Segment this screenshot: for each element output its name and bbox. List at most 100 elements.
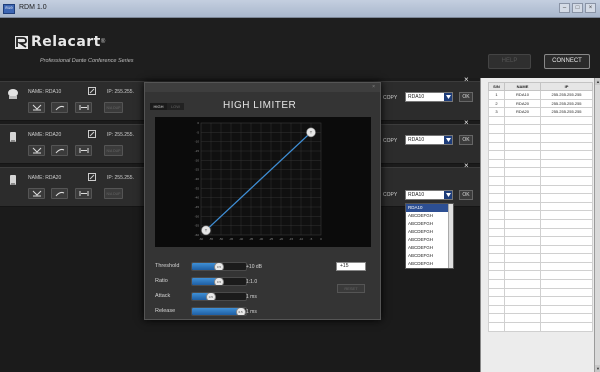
table-cell: RDA20 — [504, 98, 541, 109]
phase-button[interactable] — [28, 188, 45, 199]
table-row[interactable] — [488, 313, 593, 324]
table-row[interactable] — [488, 236, 593, 246]
y-tick-label: -5 — [196, 130, 199, 134]
limiter-button[interactable] — [75, 188, 92, 199]
brand-logo: Relacart ® — [15, 34, 105, 50]
chevron-down-icon[interactable] — [444, 136, 452, 144]
close-window-button[interactable]: × — [585, 3, 596, 13]
table-row[interactable] — [488, 150, 593, 160]
threshold-point[interactable]: T — [306, 127, 316, 138]
ratio-slider[interactable]: 0.5 — [191, 277, 247, 286]
phase-button[interactable] — [28, 102, 45, 113]
maximize-button[interactable]: □ — [572, 3, 583, 13]
table-cell — [540, 150, 593, 160]
start-point[interactable]: T — [201, 225, 211, 236]
limiter-button[interactable] — [75, 145, 92, 156]
connect-button[interactable]: CONNECT — [544, 54, 590, 69]
x-tick-label: -55 — [209, 237, 214, 241]
table-row[interactable] — [488, 261, 593, 272]
table-scrollbar[interactable]: ▲ ▼ — [594, 78, 600, 372]
table-row[interactable] — [488, 218, 593, 229]
dropdown-option[interactable]: ABCDEFGH — [406, 228, 453, 236]
duplicate-button[interactable]: N/A DUP — [104, 145, 123, 156]
table-row[interactable] — [488, 227, 593, 238]
help-button[interactable]: HELP — [488, 54, 531, 69]
table-row[interactable] — [488, 184, 593, 195]
reset-button[interactable]: RESET — [337, 284, 365, 293]
table-row[interactable] — [488, 322, 593, 332]
table-row[interactable] — [488, 253, 593, 263]
close-icon[interactable]: × — [372, 84, 375, 90]
table-row[interactable] — [488, 270, 593, 281]
chevron-down-icon[interactable] — [444, 191, 452, 199]
table-row[interactable] — [488, 175, 593, 186]
table-row[interactable]: 3 RDA20 255.255.255.255 — [488, 107, 593, 117]
table-row[interactable]: 1 RDA10 255.255.255.255 — [488, 90, 593, 100]
col-header-sn[interactable]: S/N — [488, 82, 505, 91]
table-row[interactable] — [488, 141, 593, 152]
edit-name-icon[interactable] — [88, 87, 96, 95]
table-row[interactable] — [488, 296, 593, 306]
threshold-input[interactable]: +15 — [336, 262, 366, 271]
close-icon[interactable]: × — [464, 118, 469, 127]
release-label: Release — [155, 308, 176, 314]
dropdown-option[interactable]: ABCDEFGH — [406, 236, 453, 244]
dropdown-option[interactable]: ABCDEFGH — [406, 244, 453, 252]
limiter-graph[interactable]: -60 -55 -50 -45 -40 -35 -30 -25 -20 -15 -10 -5 0 0 -5… — [155, 117, 371, 247]
edit-name-icon[interactable] — [88, 130, 96, 138]
limiter-tabs: HIGH LOW — [150, 103, 184, 110]
table-row[interactable] — [488, 304, 593, 315]
slider-knob[interactable]: 0.5 — [214, 263, 224, 270]
attack-slider[interactable]: 0.5 — [191, 292, 247, 301]
table-row[interactable] — [488, 124, 593, 134]
duplicate-button[interactable]: N/A DUP — [104, 102, 123, 113]
close-icon[interactable]: × — [464, 161, 469, 170]
table-row[interactable] — [488, 132, 593, 143]
ok-button[interactable]: OK — [459, 190, 473, 200]
table-row[interactable] — [488, 115, 593, 126]
slider-knob[interactable]: 0.5 — [235, 308, 246, 315]
limiter-button[interactable] — [75, 102, 92, 113]
dropdown-option[interactable]: ABCDEFGH — [406, 212, 453, 220]
minimize-button[interactable]: – — [559, 3, 570, 13]
col-header-name[interactable]: NAME — [504, 82, 541, 91]
x-tick-label: -60 — [199, 237, 204, 241]
eq-button[interactable] — [51, 188, 68, 199]
table-cell — [504, 141, 541, 152]
table-row[interactable] — [488, 210, 593, 220]
dropdown-option[interactable]: ABCDEFGH — [406, 252, 453, 260]
tab-low[interactable]: LOW — [167, 103, 184, 110]
dropdown-option[interactable]: ABCDEFGH — [406, 260, 453, 268]
table-row[interactable] — [488, 158, 593, 169]
dropdown-scrollbar[interactable] — [448, 204, 453, 268]
chevron-down-icon[interactable] — [444, 93, 452, 101]
eq-button[interactable] — [51, 145, 68, 156]
duplicate-button[interactable]: N/A DUP — [104, 188, 123, 199]
scroll-up-icon[interactable]: ▲ — [595, 78, 600, 85]
table-row[interactable]: 2 RDA20 255.255.255.255 — [488, 98, 593, 109]
dropdown-option[interactable]: ABCDEFGH — [406, 220, 453, 228]
table-row[interactable] — [488, 201, 593, 212]
release-slider[interactable]: 0.5 — [191, 307, 247, 316]
table-row[interactable] — [488, 193, 593, 203]
eq-button[interactable] — [51, 102, 68, 113]
slider-knob[interactable]: 0.5 — [205, 293, 216, 300]
table-row[interactable] — [488, 167, 593, 177]
app-header: Relacart ® Professional Dante Conference… — [0, 18, 600, 78]
slider-knob[interactable]: 0.5 — [214, 278, 224, 285]
dropdown-option[interactable]: RDA10 — [406, 204, 453, 212]
table-row[interactable] — [488, 279, 593, 289]
phase-button[interactable] — [28, 145, 45, 156]
edit-name-icon[interactable] — [88, 173, 96, 181]
close-icon[interactable]: × — [464, 75, 469, 84]
table-row[interactable] — [488, 287, 593, 298]
scroll-down-icon[interactable]: ▼ — [595, 365, 600, 372]
col-header-ip[interactable]: IP — [540, 82, 593, 91]
table-cell — [488, 218, 505, 229]
tab-high[interactable]: HIGH — [150, 103, 167, 110]
ok-button[interactable]: OK — [459, 135, 473, 145]
table-row[interactable] — [488, 244, 593, 255]
threshold-slider[interactable]: 0.5 — [191, 262, 247, 271]
ok-button[interactable]: OK — [459, 92, 473, 102]
table-cell — [504, 201, 541, 212]
